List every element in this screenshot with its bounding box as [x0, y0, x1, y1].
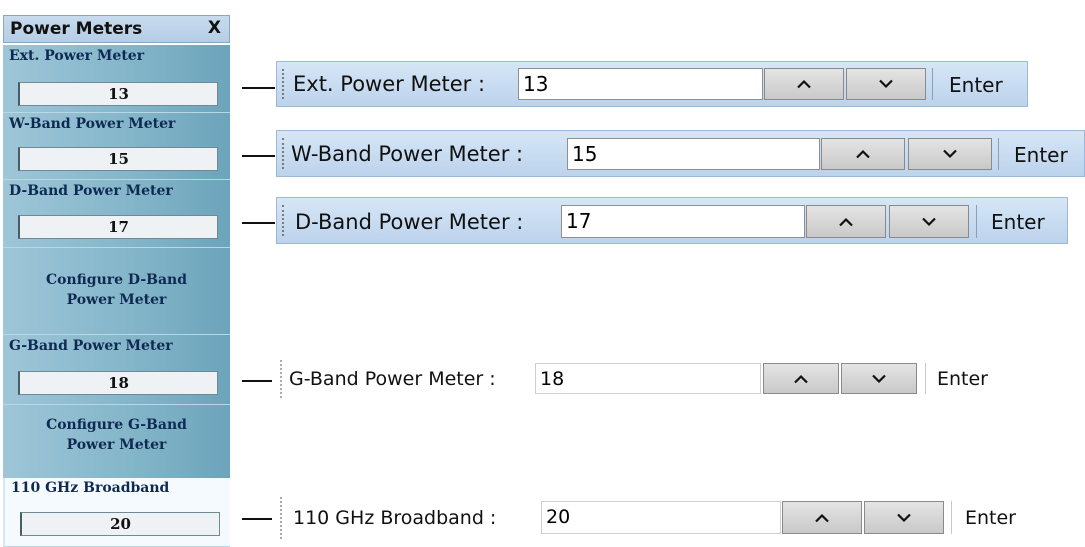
enter-button[interactable]: Enter — [937, 368, 988, 390]
w-band-power-meter-label: W-Band Power Meter — [9, 116, 176, 132]
chevron-up-icon — [794, 374, 808, 383]
toolbar-grip-icon[interactable] — [282, 205, 286, 236]
d-band-power-meter-label: D-Band Power Meter — [9, 183, 173, 199]
toolbar-grip-icon[interactable] — [282, 69, 286, 99]
enter-button[interactable]: Enter — [949, 73, 1003, 97]
ext-power-meter-label: Ext. Power Meter — [9, 48, 145, 64]
chevron-up-icon — [797, 79, 811, 89]
toolbar-separator — [925, 363, 926, 394]
chevron-down-icon — [897, 513, 911, 522]
w-band-power-meter-toolbar-label: W-Band Power Meter : — [291, 142, 524, 166]
toolbar-separator — [951, 501, 952, 534]
configure-g-band-line1: Configure G-Band — [46, 417, 187, 433]
panel-title-bar: Power Meters X — [3, 15, 230, 43]
configure-d-band-button[interactable]: Configure D-Band Power Meter — [3, 248, 230, 335]
toolbar-grip-icon[interactable] — [282, 138, 286, 169]
w-band-power-meter-input[interactable]: 15 — [567, 138, 820, 170]
panel-title: Power Meters — [10, 19, 143, 39]
ext-power-meter-input[interactable]: 13 — [518, 68, 763, 100]
power-meters-panel: Power Meters X Ext. Power Meter 13 W-Ban… — [0, 0, 231, 547]
w-band-power-meter-item[interactable]: W-Band Power Meter 15 — [3, 113, 230, 180]
g-band-power-meter-item[interactable]: G-Band Power Meter 18 — [3, 335, 230, 405]
broadband-110ghz-item[interactable]: 110 GHz Broadband 20 — [3, 478, 230, 547]
chevron-up-icon — [815, 513, 829, 522]
ext-power-meter-item[interactable]: Ext. Power Meter 13 — [3, 45, 230, 113]
increment-button[interactable] — [782, 501, 862, 534]
chevron-up-icon — [856, 149, 870, 159]
connector-line — [242, 155, 275, 157]
connector-line — [242, 222, 275, 224]
g-band-power-meter-value[interactable]: 18 — [18, 371, 218, 395]
configure-g-band-line2: Power Meter — [66, 437, 167, 453]
close-button[interactable]: X — [208, 18, 221, 38]
configure-d-band-line2: Power Meter — [66, 292, 167, 308]
w-band-power-meter-toolbar: W-Band Power Meter : 15 Enter — [276, 130, 1085, 177]
g-band-power-meter-toolbar-label: G-Band Power Meter : — [289, 368, 496, 390]
chevron-up-icon — [839, 217, 853, 226]
toolbar-separator — [932, 68, 933, 100]
d-band-power-meter-toolbar-label: D-Band Power Meter : — [295, 210, 524, 234]
connector-line — [242, 518, 272, 520]
decrement-button[interactable] — [864, 501, 944, 534]
panel-body: Ext. Power Meter 13 W-Band Power Meter 1… — [3, 45, 230, 547]
decrement-button[interactable] — [841, 363, 917, 394]
enter-button[interactable]: Enter — [991, 210, 1045, 234]
toolbar-grip-icon[interactable] — [280, 497, 284, 539]
decrement-button[interactable] — [908, 138, 992, 170]
increment-button[interactable] — [764, 68, 844, 100]
broadband-110ghz-toolbar-label: 110 GHz Broadband : — [293, 507, 497, 529]
d-band-power-meter-input[interactable]: 17 — [561, 205, 805, 238]
d-band-power-meter-toolbar: D-Band Power Meter : 17 Enter — [276, 197, 1068, 244]
ext-power-meter-toolbar-label: Ext. Power Meter : — [293, 72, 486, 96]
decrement-button[interactable] — [889, 205, 969, 238]
w-band-power-meter-value[interactable]: 15 — [18, 147, 218, 171]
broadband-110ghz-input[interactable]: 20 — [541, 501, 781, 534]
enter-button[interactable]: Enter — [1014, 143, 1068, 167]
broadband-110ghz-toolbar: 110 GHz Broadband : 20 Enter — [275, 493, 1047, 543]
d-band-power-meter-value[interactable]: 17 — [18, 215, 218, 239]
connector-line — [242, 87, 275, 89]
broadband-110ghz-value[interactable]: 20 — [20, 512, 220, 536]
chevron-down-icon — [879, 79, 893, 89]
connector-line — [242, 380, 272, 382]
g-band-power-meter-toolbar: G-Band Power Meter : 18 Enter — [275, 356, 1009, 402]
ext-power-meter-value[interactable]: 13 — [18, 82, 218, 106]
chevron-down-icon — [872, 374, 886, 383]
broadband-110ghz-label: 110 GHz Broadband — [11, 480, 170, 496]
chevron-down-icon — [922, 217, 936, 226]
chevron-down-icon — [943, 149, 957, 159]
g-band-power-meter-label: G-Band Power Meter — [9, 338, 173, 354]
configure-d-band-line1: Configure D-Band — [45, 272, 188, 288]
increment-button[interactable] — [806, 205, 886, 238]
toolbar-separator — [976, 205, 977, 238]
increment-button[interactable] — [763, 363, 839, 394]
decrement-button[interactable] — [846, 68, 926, 100]
d-band-power-meter-item[interactable]: D-Band Power Meter 17 — [3, 180, 230, 248]
toolbar-separator — [998, 138, 999, 170]
g-band-power-meter-input[interactable]: 18 — [535, 363, 761, 394]
ext-power-meter-toolbar: Ext. Power Meter : 13 Enter — [276, 61, 1028, 107]
increment-button[interactable] — [821, 138, 905, 170]
enter-button[interactable]: Enter — [965, 507, 1016, 529]
toolbar-grip-icon[interactable] — [280, 360, 284, 398]
